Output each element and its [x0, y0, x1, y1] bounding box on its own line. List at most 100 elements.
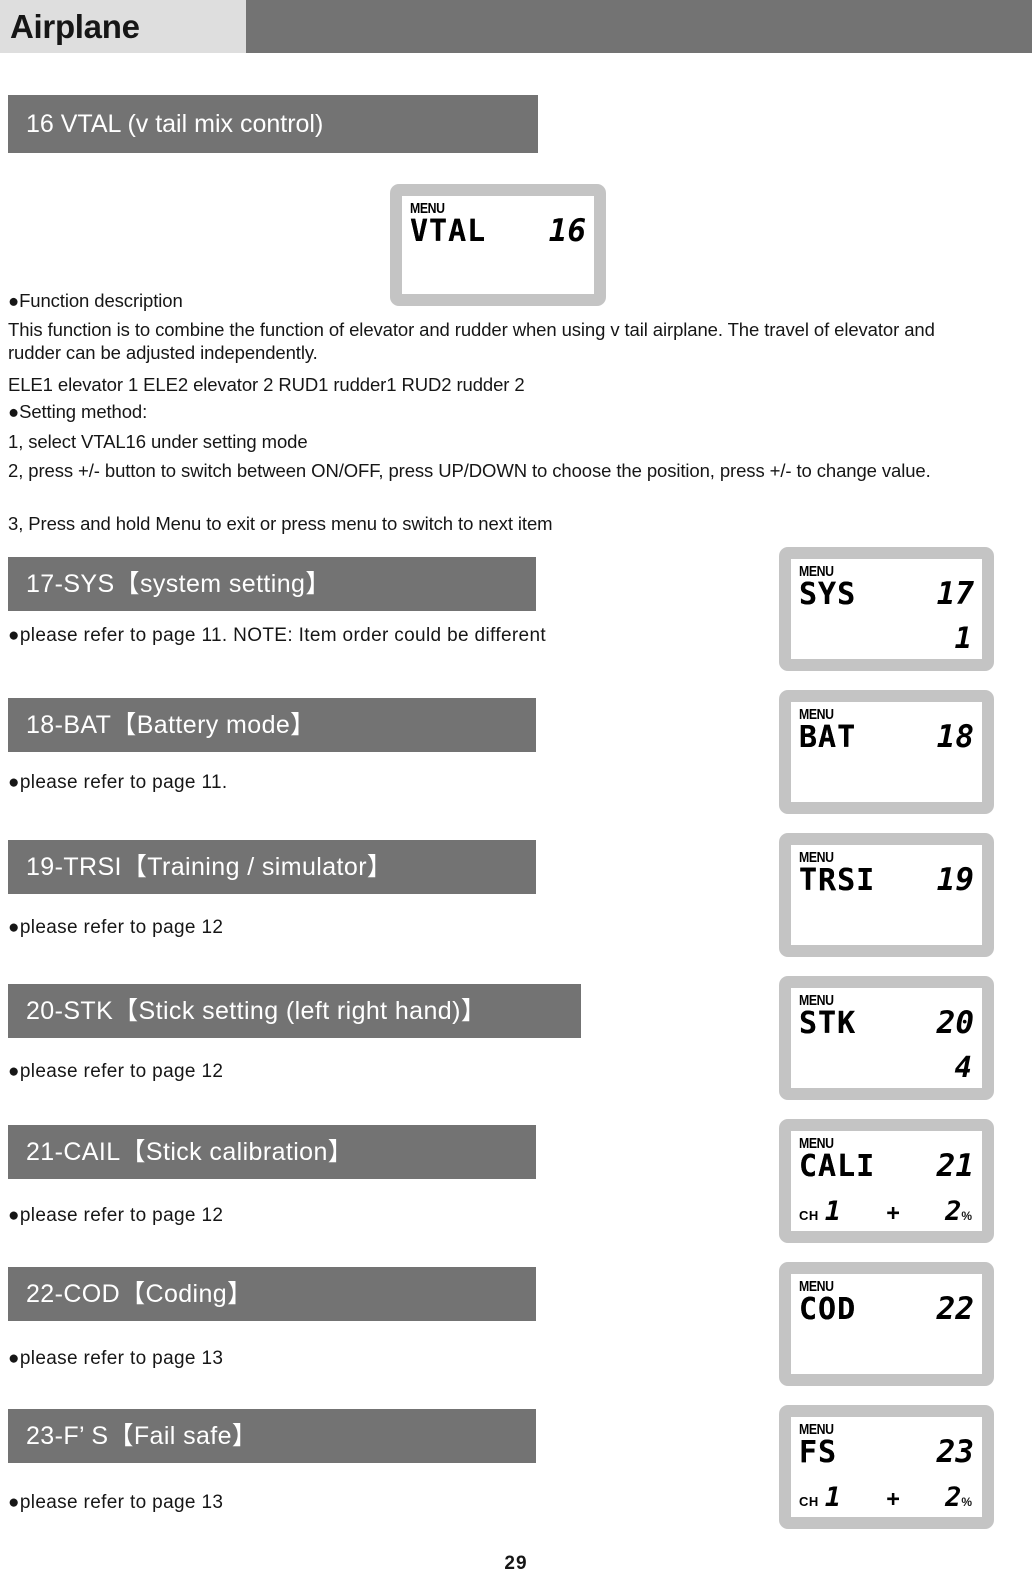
function-description-text: This function is to combine the function… [8, 318, 958, 364]
lcd-display-fs: MENU FS 23 CH 1 + 2 % [779, 1405, 994, 1529]
lcd-row-secondary: 4 [799, 1053, 972, 1082]
lcd-word: BAT [799, 720, 857, 755]
section-reference-text: ●please refer to page 11. NOTE: Item ord… [8, 625, 547, 646]
lcd-word: COD [799, 1292, 857, 1327]
page-header-tab: Airplane [0, 0, 246, 53]
lcd-row-secondary: 1 [799, 624, 972, 653]
setting-step-2: 2, press +/- button to switch between ON… [8, 459, 983, 482]
abbreviation-text: ELE1 elevator 1 ELE2 elevator 2 RUD1 rud… [8, 374, 525, 395]
page-header-bar: Airplane [0, 0, 1032, 53]
section-bar-label: 21-CAIL【Stick calibration】 [26, 1137, 354, 1166]
section-bar-label: 18-BAT【Battery mode】 [26, 710, 316, 739]
section-bar-label: 19-TRSI【Training / simulator】 [26, 852, 393, 881]
section-bar-stk20: 20-STK【Stick setting (left right hand)】 [8, 984, 581, 1038]
lcd-number: 21 [936, 1148, 974, 1184]
lcd-display-cali: MENU CALI 21 CH 1 + 2 % [779, 1119, 994, 1243]
lcd-display-cod: MENU COD 22 [779, 1262, 994, 1386]
lcd-sub-value: 4 [954, 1050, 972, 1084]
section-reference-fs23: ●please refer to page 13 [8, 1492, 223, 1514]
lcd-sign: + [886, 1201, 900, 1226]
section-reference-text: ●please refer to page 12 [8, 917, 224, 938]
function-description-heading-text: ●Function description [8, 290, 183, 311]
lcd-display-bat: MENU BAT 18 [779, 690, 994, 814]
lcd-percent-symbol: % [961, 1209, 973, 1223]
lcd-channel-label: CH [799, 1208, 819, 1223]
section-reference-text: ●please refer to page 12 [8, 1061, 224, 1082]
lcd-display-vtal: MENU VTAL 16 [390, 184, 606, 306]
setting-method-heading: ●Setting method: [8, 400, 628, 423]
lcd-word: STK [799, 1006, 857, 1041]
section-reference-text: ●please refer to page 11. [8, 772, 228, 793]
lcd-screen: MENU CALI 21 CH 1 + 2 % [791, 1131, 982, 1231]
section-reference-trsi19: ●please refer to page 12 [8, 917, 223, 939]
lcd-screen: MENU COD 22 [791, 1274, 982, 1374]
lcd-word: SYS [799, 577, 857, 612]
lcd-row-primary: STK 20 [799, 1008, 974, 1039]
lcd-word: CALI [799, 1149, 876, 1184]
section-reference-cod22: ●please refer to page 13 [8, 1348, 223, 1370]
section-reference-text: ●please refer to page 12 [8, 1205, 224, 1226]
lcd-display-trsi: MENU TRSI 19 [779, 833, 994, 957]
section-bar-vtal16: 16 VTAL (v tail mix control) [8, 95, 538, 153]
section-bar-cod22: 22-COD【Coding】 [8, 1267, 536, 1321]
lcd-percent-value: 2 [945, 1482, 962, 1513]
lcd-number: 19 [936, 862, 974, 898]
lcd-screen: MENU FS 23 CH 1 + 2 % [791, 1417, 982, 1517]
setting-step-1-text: 1, select VTAL16 under setting mode [8, 431, 308, 452]
section-bar-cail21: 21-CAIL【Stick calibration】 [8, 1125, 536, 1179]
page-title: Airplane [10, 8, 140, 45]
section-bar-label: 20-STK【Stick setting (left right hand)】 [26, 996, 487, 1025]
lcd-number: 23 [936, 1434, 974, 1470]
lcd-word: FS [799, 1435, 838, 1470]
lcd-number: 17 [936, 576, 974, 612]
lcd-row-secondary: CH 1 + 2 % [799, 1484, 972, 1511]
section-bar-label: 22-COD【Coding】 [26, 1279, 253, 1308]
page-number: 29 [504, 1553, 528, 1574]
setting-step-2-text: 2, press +/- button to switch between ON… [8, 460, 931, 481]
lcd-percent-symbol: % [961, 1495, 973, 1509]
lcd-channel-label: CH [799, 1494, 819, 1509]
section-bar-bat18: 18-BAT【Battery mode】 [8, 698, 536, 752]
lcd-number: 22 [936, 1291, 974, 1327]
lcd-row-primary: COD 22 [799, 1294, 974, 1325]
function-description-body: This function is to combine the function… [8, 319, 935, 363]
section-reference-cail21: ●please refer to page 12 [8, 1205, 223, 1227]
lcd-row-primary: FS 23 [799, 1437, 974, 1468]
lcd-row-primary: BAT 18 [799, 722, 974, 753]
lcd-screen: MENU TRSI 19 [791, 845, 982, 945]
lcd-row-primary: VTAL 16 [410, 216, 586, 247]
section-reference-text: ●please refer to page 13 [8, 1348, 224, 1369]
setting-step-3-text: 3, Press and hold Menu to exit or press … [8, 513, 553, 534]
section-bar-label: 23-F’ S【Fail safe】 [26, 1421, 258, 1450]
setting-step-1: 1, select VTAL16 under setting mode [8, 430, 958, 453]
section-reference-sys17: ●please refer to page 11. NOTE: Item ord… [8, 625, 546, 647]
setting-method-heading-text: ●Setting method: [8, 401, 148, 422]
lcd-row-primary: CALI 21 [799, 1151, 974, 1182]
lcd-row-primary: TRSI 19 [799, 865, 974, 896]
section-bar-label: 17-SYS【system setting】 [26, 569, 331, 598]
lcd-number: 20 [936, 1005, 974, 1041]
section-bar-sys17: 17-SYS【system setting】 [8, 557, 536, 611]
section-reference-stk20: ●please refer to page 12 [8, 1061, 223, 1083]
lcd-screen: MENU STK 20 4 [791, 988, 982, 1088]
lcd-percent-value: 2 [945, 1196, 962, 1227]
lcd-display-stk: MENU STK 20 4 [779, 976, 994, 1100]
lcd-word: VTAL [410, 214, 487, 249]
lcd-screen: MENU BAT 18 [791, 702, 982, 802]
abbreviation-line: ELE1 elevator 1 ELE2 elevator 2 RUD1 rud… [8, 373, 958, 396]
lcd-sign: + [886, 1487, 900, 1512]
lcd-screen: MENU VTAL 16 [402, 196, 594, 294]
lcd-number: 18 [936, 719, 974, 755]
lcd-channel-value: 1 [824, 1482, 842, 1513]
setting-step-3: 3, Press and hold Menu to exit or press … [8, 512, 958, 535]
lcd-row-secondary: CH 1 + 2 % [799, 1198, 972, 1225]
lcd-display-sys: MENU SYS 17 1 [779, 547, 994, 671]
section-bar-trsi19: 19-TRSI【Training / simulator】 [8, 840, 536, 894]
lcd-channel-value: 1 [824, 1196, 842, 1227]
section-reference-bat18: ●please refer to page 11. [8, 772, 228, 794]
section-bar-label: 16 VTAL (v tail mix control) [26, 109, 324, 138]
function-description-heading: ●Function description [8, 289, 628, 312]
section-bar-fs23: 23-F’ S【Fail safe】 [8, 1409, 536, 1463]
lcd-row-primary: SYS 17 [799, 579, 974, 610]
lcd-word: TRSI [799, 863, 876, 898]
